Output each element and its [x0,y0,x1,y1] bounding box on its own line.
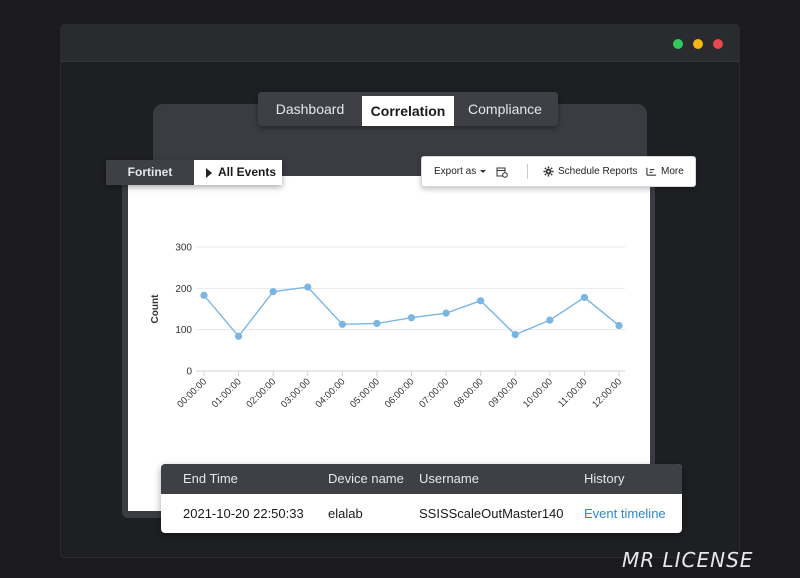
data-point [234,332,243,340]
tab-dashboard[interactable]: Dashboard [266,92,354,126]
cell-username: SSISScaleOutMaster140 [419,506,564,521]
caret-down-icon [480,170,487,173]
x-tick-label: 09:00:00 [486,376,520,410]
data-point [477,297,485,305]
data-point [407,314,416,322]
y-tick-label: 100 [175,325,192,336]
x-tick-label: 03:00:00 [279,376,313,410]
data-point [269,288,277,296]
title-bar [61,25,739,62]
cell-end-time: 2021-10-20 22:50:33 [183,506,304,521]
data-point [200,291,208,299]
x-tick-label: 06:00:00 [383,376,417,410]
data-point [511,331,519,339]
y-tick-label: 0 [186,367,192,378]
data-point [338,320,346,328]
event-timeline-link[interactable]: Event timeline [584,494,666,533]
minimize-button[interactable] [693,39,703,49]
more-label: More [661,166,684,177]
x-tick-label: 01:00:00 [210,376,244,410]
header-history[interactable]: History [584,464,624,494]
x-tick-label: 08:00:00 [452,376,486,410]
header-device-name[interactable]: Device name [328,464,404,494]
header-username[interactable]: Username [419,464,479,494]
data-point [442,309,450,317]
event-count-chart: 0100200300Count00:00:00 01:00:00 02:00:00 0… [150,243,625,410]
data-point [304,283,312,291]
data-point [580,293,589,302]
x-tick-label: 11:00:00 [556,376,589,409]
events-table: End Time Device name Username History 20… [161,464,682,533]
data-point [546,316,554,324]
x-tick-label: 02:00:00 [244,376,278,410]
close-button[interactable] [713,39,723,49]
maximize-button[interactable] [673,39,683,49]
x-tick-label: 04:00:00 [314,376,348,410]
y-tick-label: 200 [175,284,192,295]
x-tick-label: 00:00:00 [175,376,209,410]
series-line [203,286,620,338]
y-tick-label: 300 [175,243,192,254]
cell-device-name: elalab [328,506,363,521]
x-tick-label: 05:00:00 [348,376,382,410]
y-axis-label: Count [150,294,161,324]
data-point [373,319,381,328]
tab-bar: Dashboard Correlation Compliance [258,92,558,126]
table-header: End Time Device name Username History [161,464,682,494]
x-tick-label: 10:00:00 [521,376,555,410]
data-point [615,321,623,330]
x-tick-label: 12:00:00 [590,376,624,410]
tab-compliance[interactable]: Compliance [458,92,552,126]
more-button[interactable]: More [646,157,684,186]
header-end-time[interactable]: End Time [183,464,238,494]
x-tick-label: 07:00:00 [417,376,451,410]
watermark-logo: MR LICENSE [622,548,754,572]
tab-correlation[interactable]: Correlation [362,96,454,126]
